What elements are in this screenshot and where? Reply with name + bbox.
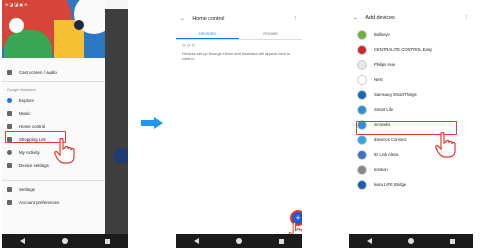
device-placeholder-icon: ○○○ bbox=[182, 43, 196, 49]
device-name: Bullseye bbox=[374, 32, 390, 37]
device-name: ID Link Alexa bbox=[374, 152, 399, 157]
device-logo-icon bbox=[357, 164, 367, 175]
drawer-item-music[interactable]: Music bbox=[2, 107, 105, 120]
drawer-item-label: Settings bbox=[19, 187, 35, 192]
page-title: Home control bbox=[192, 16, 225, 22]
device-row[interactable]: Philips Hue bbox=[349, 57, 473, 72]
home-control-icon bbox=[7, 124, 12, 129]
drawer-item-label: Explore bbox=[19, 98, 34, 103]
device-row[interactable]: Insteon bbox=[349, 162, 473, 177]
device-logo-icon bbox=[357, 74, 367, 85]
device-name: iDevices Connect bbox=[374, 137, 407, 142]
device-row[interactable]: Bullseye bbox=[349, 27, 473, 42]
drawer-item-cast[interactable]: Cast screen / audio bbox=[2, 66, 105, 79]
device-row[interactable]: Samsung SmartThings bbox=[349, 87, 473, 102]
more-options-icon[interactable]: ⋮ bbox=[293, 16, 298, 22]
device-logo-icon bbox=[357, 134, 367, 145]
music-icon bbox=[7, 111, 12, 116]
account-icon bbox=[7, 200, 12, 205]
drawer-item-explore[interactable]: Explore bbox=[2, 94, 105, 107]
device-logo-icon bbox=[357, 29, 367, 40]
android-nav-bar bbox=[2, 234, 128, 248]
app-header: ← Home control ⋮ bbox=[176, 9, 302, 29]
device-name: Insteon bbox=[374, 167, 388, 172]
tab-bar: DEVICES ROOMS bbox=[176, 29, 302, 40]
phone-screen-2: ← Home control ⋮ DEVICES ROOMS ○○○ Devic… bbox=[176, 0, 302, 248]
back-icon[interactable] bbox=[194, 238, 200, 244]
drawer-item-label: Account preferences bbox=[19, 200, 60, 205]
drawer-item-label: My Activity bbox=[19, 150, 40, 155]
more-options-icon[interactable]: ⋮ bbox=[464, 15, 469, 21]
device-list: Bullseye CENTRALITE CONTROL Easy Philips H… bbox=[349, 27, 473, 192]
drawer-item-label: Device settings bbox=[19, 163, 49, 168]
device-name: Nest bbox=[374, 77, 383, 82]
device-logo-icon bbox=[357, 89, 367, 100]
device-logo-icon bbox=[357, 104, 367, 115]
device-row[interactable]: CENTRALITE CONTROL Easy bbox=[349, 42, 473, 57]
drawer-item-label: Cast screen / audio bbox=[19, 70, 57, 75]
hand-pointer-icon bbox=[435, 132, 456, 158]
empty-state-text: Devices set up through Home and Assistan… bbox=[182, 51, 291, 61]
hand-pointer-icon bbox=[54, 138, 75, 164]
android-nav-bar bbox=[176, 234, 302, 248]
status-bar bbox=[349, 0, 473, 9]
home-icon[interactable] bbox=[408, 238, 414, 244]
cast-icon bbox=[7, 70, 12, 75]
status-time: ▼ ◢ ▮ 10:18 bbox=[79, 2, 102, 7]
device-name: CENTRALITE CONTROL Easy bbox=[374, 47, 433, 52]
page-title: Add devices bbox=[365, 15, 395, 21]
device-logo-icon bbox=[357, 44, 367, 55]
background-fab bbox=[114, 148, 128, 164]
device-name: kasa LIFE Bridge bbox=[374, 182, 407, 187]
settings-icon bbox=[7, 163, 12, 168]
drawer-item-settings[interactable]: Settings bbox=[2, 183, 105, 196]
drawer-item-account-preferences[interactable]: Account preferences bbox=[2, 196, 105, 209]
back-icon[interactable] bbox=[367, 238, 372, 244]
status-bar bbox=[176, 0, 302, 9]
empty-state: ○○○ Devices set up through Home and Assi… bbox=[176, 40, 302, 65]
tab-rooms[interactable]: ROOMS bbox=[239, 29, 302, 39]
explore-icon bbox=[7, 98, 12, 103]
home-icon[interactable] bbox=[235, 238, 242, 244]
recents-icon[interactable] bbox=[104, 238, 110, 244]
device-logo-icon bbox=[357, 149, 367, 160]
device-row[interactable]: kasa LIFE Bridge bbox=[349, 177, 473, 192]
arrow-right-icon bbox=[141, 117, 163, 129]
avatar-secondary[interactable] bbox=[74, 20, 84, 30]
device-row[interactable]: Smart Life bbox=[349, 102, 473, 117]
device-name: Samsung SmartThings bbox=[374, 92, 417, 97]
drawer-item-label: Home control bbox=[19, 124, 46, 129]
tab-devices[interactable]: DEVICES bbox=[176, 29, 239, 39]
phone-screen-3: ← Add devices ⋮ Bullseye CENTRALITE CONTR… bbox=[349, 0, 473, 248]
activity-icon bbox=[7, 150, 12, 155]
avatar[interactable] bbox=[9, 18, 24, 33]
status-icons: ⊘ ◪ ◪ ▣ ⊘ bbox=[5, 2, 28, 7]
device-name: Philips Hue bbox=[374, 62, 396, 67]
device-logo-icon bbox=[357, 179, 367, 190]
recents-icon[interactable] bbox=[278, 238, 284, 244]
android-nav-bar bbox=[349, 234, 473, 248]
section-label: Google Assistant bbox=[7, 88, 36, 92]
device-row[interactable]: Nest bbox=[349, 72, 473, 87]
device-name: Smart Life bbox=[374, 107, 394, 112]
back-icon[interactable] bbox=[20, 238, 26, 244]
gear-icon bbox=[7, 187, 12, 192]
back-arrow-icon[interactable]: ← bbox=[180, 16, 185, 22]
app-header: ← Add devices ⋮ bbox=[349, 9, 473, 27]
device-logo-icon bbox=[357, 59, 367, 70]
status-bar: ⊘ ◪ ◪ ▣ ⊘ ▼ ◢ ▮ 10:18 bbox=[2, 0, 105, 9]
drawer-item-label: Music bbox=[19, 111, 31, 116]
content-scrim[interactable] bbox=[105, 9, 128, 234]
phone-screen-1: ⊘ ◪ ◪ ▣ ⊘ ▼ ◢ ▮ 10:18 Cast screen / audi… bbox=[2, 0, 128, 248]
recents-icon[interactable] bbox=[450, 238, 455, 244]
back-arrow-icon[interactable]: ← bbox=[353, 15, 358, 21]
home-icon[interactable] bbox=[61, 238, 68, 244]
